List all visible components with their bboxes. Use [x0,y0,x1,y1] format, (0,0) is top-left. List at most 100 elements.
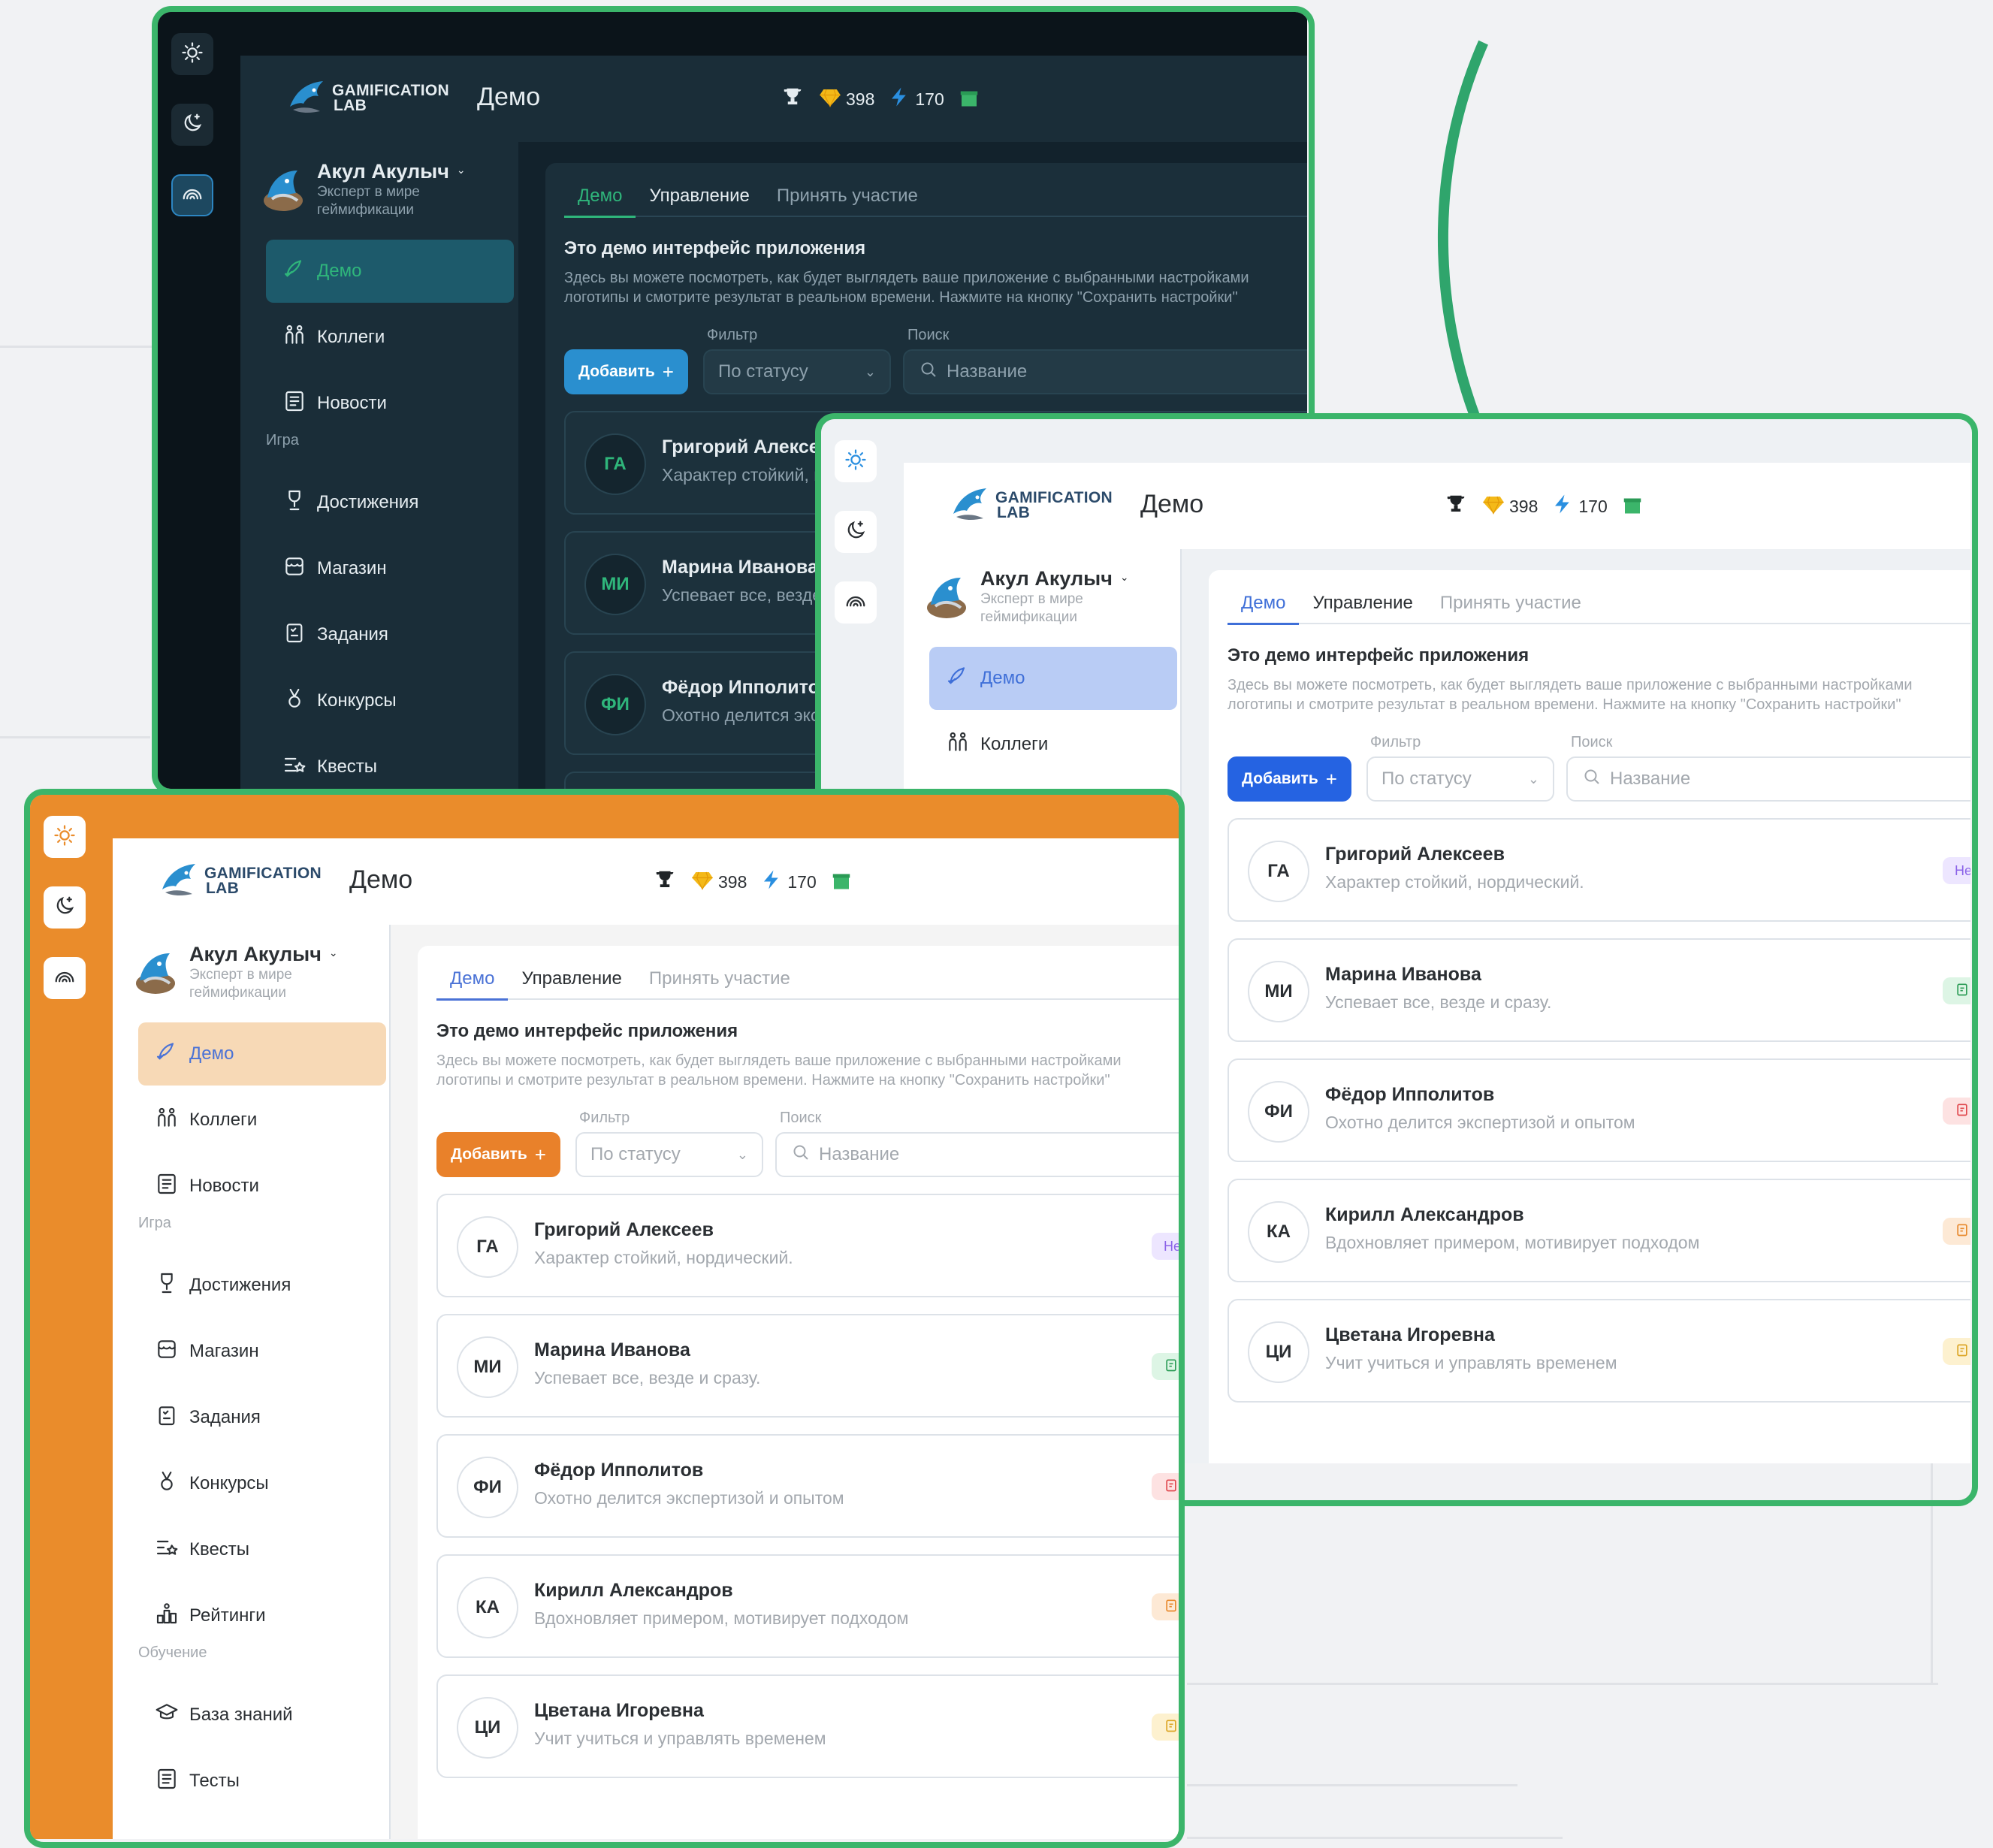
tab-management[interactable]: Управление [1299,584,1426,625]
add-button[interactable]: Добавить + [564,349,688,394]
initials-avatar: ФИ [584,674,646,735]
sidebar-item-shop[interactable]: Магазин [266,537,514,600]
trophy-icon[interactable] [1445,493,1467,520]
list-item[interactable]: ФИ Фёдор Ипполитов Охотно делится эксперти… [1228,1058,1970,1162]
list-item[interactable]: КА Кирилл Александров Вдохновляет примером… [436,1554,1179,1658]
sidebar-item-label: Новости [317,393,387,413]
sidebar-item-people[interactable]: Коллеги [138,1089,386,1152]
status-badge: На доработке [1943,1218,1970,1245]
status-filter-select[interactable]: По статусу ⌄ [575,1132,763,1177]
tab-management[interactable]: Управление [636,177,762,218]
sidebar-item-label: Достижения [189,1275,291,1295]
people-icon [946,730,980,759]
tab-demo[interactable]: Демо [1228,584,1300,625]
sidebar-item-ratings[interactable]: Рейтинги [138,1584,386,1647]
sidebar-item-quests[interactable]: Квесты [266,735,514,789]
sidebar-item-people[interactable]: Коллеги [266,306,514,369]
sidebar-item-shop[interactable]: Магазин [138,1320,386,1383]
sidebar-item-rocket[interactable]: Демо [929,647,1177,710]
app-header: GAMIFICATION LAB Демо 398 170 [904,463,1970,549]
tab-participate[interactable]: Принять участие [1427,584,1595,625]
tab-demo[interactable]: Демо [436,959,509,1001]
list-item[interactable]: МИ Марина Иванова Успевает все, везде и ср… [1228,938,1970,1042]
sidebar-item-people[interactable]: Коллеги [929,713,1177,776]
list-item[interactable]: КА Кирилл Александров Вдохновляет примером… [1228,1179,1970,1282]
user-profile[interactable]: Акул Акулыч ⌄ Эксперт в мире геймификации [257,157,466,219]
theme-custom-button[interactable] [44,957,86,999]
search-input[interactable]: Название [775,1132,1179,1177]
theme-light-button[interactable] [835,440,877,482]
sidebar-item-news[interactable]: Новости [266,372,514,435]
energy-count: 170 [1578,496,1608,516]
status-badge: На модерации [1943,1338,1970,1365]
list-item[interactable]: ЦИ Цветана Игоревна Учит учиться и управля… [436,1674,1179,1778]
user-name: Акул Акулыч [189,943,322,965]
sidebar-item-medal[interactable]: Конкурсы [138,1452,386,1515]
sidebar-item-quests[interactable]: Квесты [138,1518,386,1581]
sidebar-item-graduation[interactable]: База знаний [138,1683,386,1747]
search-icon [792,1143,819,1167]
chevron-down-icon[interactable]: ⌄ [1120,571,1129,584]
sidebar-item-medal[interactable]: Конкурсы [266,669,514,732]
theme-light-button[interactable] [44,816,86,858]
sidebar-item-rocket[interactable]: Демо [266,240,514,303]
initials-avatar: МИ [1248,961,1309,1022]
gem-icon [691,868,714,895]
tab-participate[interactable]: Принять участие [636,959,804,1001]
sidebar-item-tasks[interactable]: Задания [138,1386,386,1449]
list-item[interactable]: ГА Григорий Алексеев Характер стойкий, нор… [436,1194,1179,1297]
theme-dark-button[interactable] [835,511,877,553]
tab-participate[interactable]: Принять участие [763,177,932,218]
theme-light-button[interactable] [171,33,213,75]
sidebar-item-rocket[interactable]: Демо [138,1022,386,1086]
sidebar-item-trophy[interactable]: Достижения [266,471,514,534]
sidebar-item-tasks[interactable]: Задания [266,603,514,666]
add-button[interactable]: Добавить + [436,1132,560,1177]
tab-demo[interactable]: Демо [564,177,636,218]
chevron-down-icon[interactable]: ⌄ [457,164,466,177]
tab-management[interactable]: Управление [508,959,635,1001]
chevron-down-icon: ⌄ [736,1146,748,1162]
gift-icon[interactable] [830,868,853,895]
sidebar-item-label: Новости [189,1176,259,1196]
gift-icon[interactable] [958,86,980,113]
sidebar-item-trophy[interactable]: Достижения [138,1254,386,1317]
list-item[interactable]: ФИ Фёдор Ипполитов Охотно делится эксперти… [436,1434,1179,1538]
people-icon [282,323,317,352]
user-role: Эксперт в мире геймификации [189,967,292,1001]
add-button[interactable]: Добавить + [1228,756,1351,802]
status-filter-select[interactable]: По статусу ⌄ [703,349,891,394]
theme-custom-button[interactable] [835,581,877,624]
gamification-lab-logo[interactable]: GAMIFICATION LAB [949,484,1113,527]
gamification-lab-logo[interactable]: GAMIFICATION LAB [285,77,449,120]
person-name: Цветана Игоревна [1325,1324,1495,1345]
sidebar: Акул Акулыч ⌄ Эксперт в мире геймификации… [240,142,518,789]
trophy-icon[interactable] [781,86,804,113]
intro-description: Здесь вы можете посмотреть, как будет вы… [436,1052,1122,1089]
plus-icon: + [1325,767,1337,790]
sidebar-item-news[interactable]: Новости [138,1155,386,1218]
theme-dark-button[interactable] [44,886,86,929]
gamification-lab-logo[interactable]: GAMIFICATION LAB [158,859,322,903]
trophy-icon[interactable] [654,868,676,895]
initials-avatar: МИ [457,1336,518,1398]
intro-description: Здесь вы можете посмотреть, как будет вы… [564,270,1249,306]
list-item[interactable]: ЦИ Цветана Игоревна Учит учиться и управля… [1228,1299,1970,1403]
app-window: GAMIFICATION LAB Демо 398 170 Акул Акулыч… [30,795,1179,1839]
lightning-icon [888,86,910,113]
theme-dark-button[interactable] [171,104,213,146]
search-input[interactable]: Название [903,349,1307,394]
list-item[interactable]: МИ Марина Иванова Успевает все, везде и ср… [436,1314,1179,1418]
user-profile[interactable]: Акул Акулыч ⌄ Эксперт в мире геймификации [920,564,1129,627]
sidebar-item-tests[interactable]: Тесты [138,1750,386,1813]
status-filter-select[interactable]: По статусу ⌄ [1366,756,1554,802]
gift-icon[interactable] [1621,493,1644,520]
user-profile[interactable]: Акул Акулыч ⌄ Эксперт в мире геймификации [129,940,338,1002]
news-icon [282,389,317,418]
gem-icon [1482,493,1505,520]
chevron-down-icon[interactable]: ⌄ [329,947,338,959]
search-input[interactable]: Название [1566,756,1970,802]
clipboard-icon [1955,1342,1970,1361]
theme-custom-button[interactable] [171,174,213,216]
list-item[interactable]: ГА Григорий Алексеев Характер стойкий, нор… [1228,818,1970,922]
